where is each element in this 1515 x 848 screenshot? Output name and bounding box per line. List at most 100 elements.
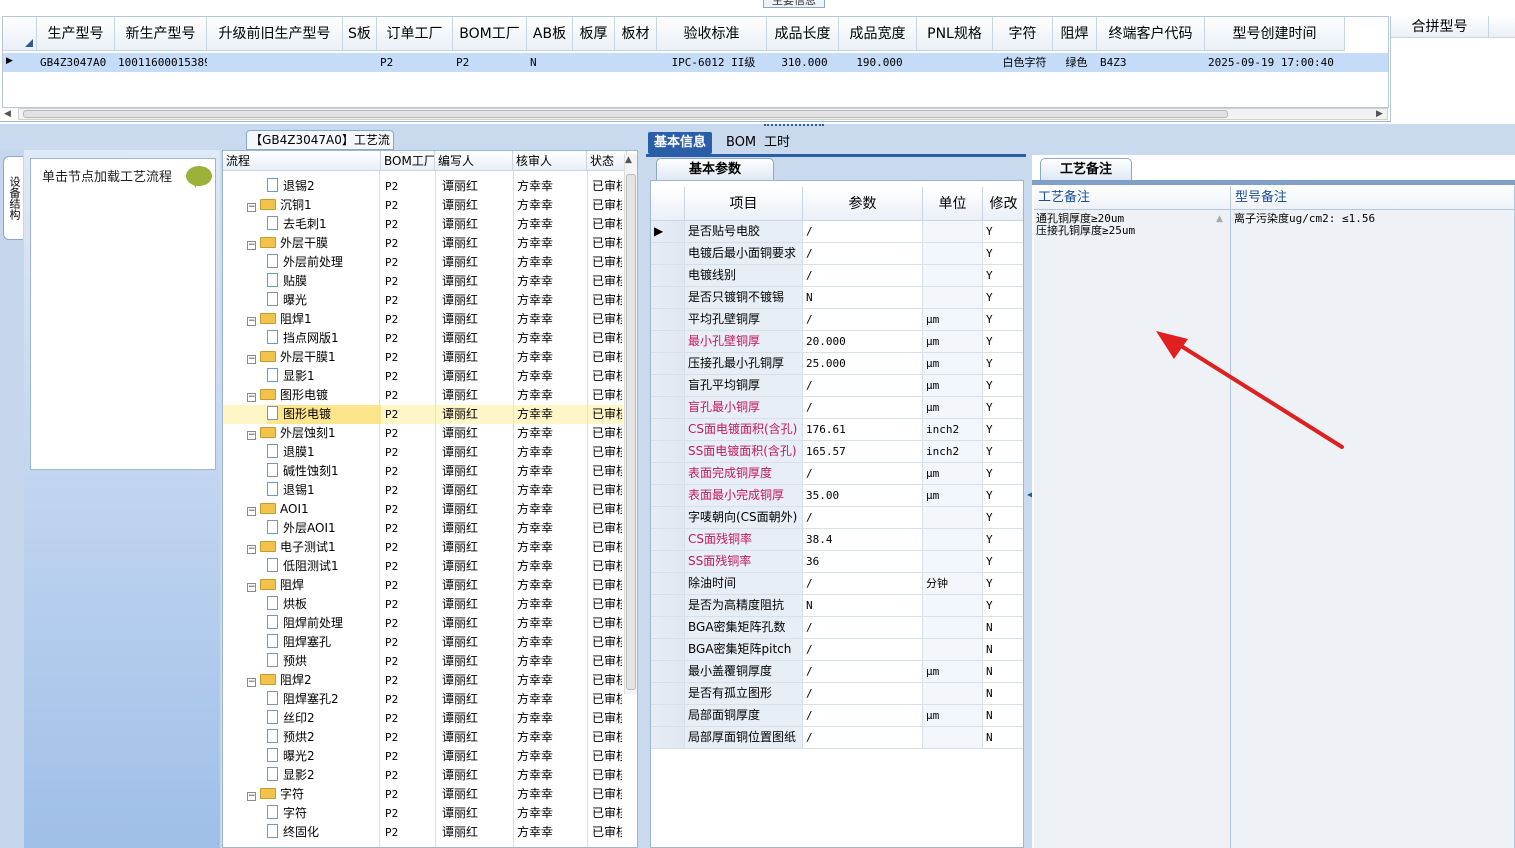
scroll-up-icon[interactable]: ▲ bbox=[625, 155, 632, 165]
param-row[interactable]: 局部厚面铜位置图纸 / N bbox=[651, 727, 1023, 749]
expand-toggle-icon[interactable]: − bbox=[247, 241, 256, 250]
param-row[interactable]: 电镀后最小面铜要求 / Y bbox=[651, 243, 1023, 265]
process-remarks-cell[interactable] bbox=[1034, 210, 1231, 848]
param-value[interactable]: N bbox=[803, 287, 923, 308]
scroll-left-icon[interactable]: ◀ bbox=[4, 109, 11, 119]
tree-row[interactable]: 预烘 P2 谭丽红 方幸幸 已审核 bbox=[223, 652, 623, 671]
param-value[interactable]: 36 bbox=[803, 551, 923, 572]
tree-column-header[interactable]: 流程 bbox=[223, 151, 381, 171]
process-tree[interactable]: 流程BOM工厂编写人核审人状态退锡2P2谭丽红方幸幸已审核−沉铜1P2谭丽红方幸… bbox=[222, 150, 638, 848]
row-header[interactable] bbox=[651, 485, 685, 506]
tree-node[interactable]: 预烘2 bbox=[267, 728, 381, 747]
param-value[interactable]: / bbox=[803, 727, 923, 748]
row-header[interactable] bbox=[651, 551, 685, 572]
row-header[interactable] bbox=[651, 353, 685, 374]
row-header[interactable] bbox=[651, 529, 685, 550]
tree-row[interactable]: 阻焊前处理 P2 谭丽红 方幸幸 已审核 bbox=[223, 614, 623, 633]
column-header[interactable]: 阻焊 bbox=[1053, 17, 1097, 51]
column-header[interactable]: 板厚 bbox=[573, 17, 615, 51]
param-row[interactable]: 盲孔平均铜厚 / μm Y bbox=[651, 375, 1023, 397]
param-row[interactable]: SS面残铜率 36 Y bbox=[651, 551, 1023, 573]
param-row[interactable]: 表面完成铜厚度 / μm Y bbox=[651, 463, 1023, 485]
tree-row[interactable]: 外层前处理 P2 谭丽红 方幸幸 已审核 bbox=[223, 253, 623, 272]
tree-row[interactable]: − AOI1 P2 谭丽红 方幸幸 已审核 bbox=[223, 500, 623, 519]
column-header[interactable]: 升级前旧生产型号 bbox=[207, 17, 343, 51]
column-header[interactable]: 型号创建时间 bbox=[1205, 17, 1345, 51]
expand-toggle-icon[interactable]: − bbox=[247, 678, 256, 687]
row-header[interactable] bbox=[651, 309, 685, 330]
param-row[interactable]: ▶ 是否贴号电胶 / Y bbox=[651, 221, 1023, 243]
tree-node[interactable]: 终固化 bbox=[267, 823, 381, 842]
param-column-header[interactable]: 单位 bbox=[923, 187, 983, 221]
param-row[interactable]: 电镀线别 / Y bbox=[651, 265, 1023, 287]
tree-column-header[interactable]: 核审人 bbox=[513, 151, 587, 171]
column-header[interactable]: 生产型号 bbox=[37, 17, 115, 51]
tree-node[interactable]: 阻焊塞孔2 bbox=[267, 690, 381, 709]
row-header[interactable] bbox=[651, 727, 685, 748]
column-header[interactable]: 订单工厂 bbox=[377, 17, 453, 51]
column-header[interactable]: PNL规格 bbox=[917, 17, 993, 51]
tree-row[interactable]: 显影1 P2 谭丽红 方幸幸 已审核 bbox=[223, 367, 623, 386]
tree-row[interactable]: − 沉铜1 P2 谭丽红 方幸幸 已审核 bbox=[223, 196, 623, 215]
row-header[interactable] bbox=[651, 661, 685, 682]
row-header[interactable]: ▶ bbox=[651, 221, 685, 242]
column-header[interactable]: 新生产型号 bbox=[115, 17, 207, 51]
expand-toggle-icon[interactable]: − bbox=[247, 317, 256, 326]
param-value[interactable]: N bbox=[803, 595, 923, 616]
tree-row[interactable]: 预烘2 P2 谭丽红 方幸幸 已审核 bbox=[223, 728, 623, 747]
column-header[interactable]: 板材 bbox=[615, 17, 657, 51]
scroll-up-icon[interactable]: ▲ bbox=[1216, 214, 1223, 224]
tree-node[interactable]: − 图形电镀 bbox=[247, 386, 381, 405]
tree-node[interactable]: 烘板 bbox=[267, 595, 381, 614]
tree-row[interactable]: 曝光2 P2 谭丽红 方幸幸 已审核 bbox=[223, 747, 623, 766]
param-row[interactable]: 压接孔最小孔铜厚 25.000 μm Y bbox=[651, 353, 1023, 375]
basic-params-grid[interactable]: 项目 参数 单位 修改 ▶ 是否贴号电胶 / Y 电镀后最小面铜要求 / Y 电镀线别 / Y 是否只镀铜不… bbox=[650, 180, 1024, 848]
tree-column-header[interactable]: 状态 bbox=[587, 151, 627, 171]
tree-node[interactable]: − 外层蚀刻1 bbox=[247, 424, 381, 443]
param-value[interactable]: 165.57 bbox=[803, 441, 923, 462]
param-row[interactable]: 最小孔壁铜厚 20.000 μm Y bbox=[651, 331, 1023, 353]
tree-node[interactable]: 贴膜 bbox=[267, 272, 381, 291]
param-value[interactable]: 20.000 bbox=[803, 331, 923, 352]
scrollbar-thumb[interactable] bbox=[23, 110, 1228, 118]
row-header[interactable] bbox=[651, 705, 685, 726]
tree-row[interactable]: 挡点网版1 P2 谭丽红 方幸幸 已审核 bbox=[223, 329, 623, 348]
expand-toggle-icon[interactable]: − bbox=[247, 355, 256, 364]
column-header[interactable]: S板 bbox=[343, 17, 377, 51]
tree-node[interactable]: − AOI1 bbox=[247, 500, 381, 519]
param-value[interactable]: / bbox=[803, 705, 923, 726]
tree-row[interactable]: − 阻焊 P2 谭丽红 方幸幸 已审核 bbox=[223, 576, 623, 595]
tree-row[interactable]: − 阻焊1 P2 谭丽红 方幸幸 已审核 bbox=[223, 310, 623, 329]
tree-row[interactable]: 贴膜 P2 谭丽红 方幸幸 已审核 bbox=[223, 272, 623, 291]
expand-toggle-icon[interactable]: − bbox=[247, 545, 256, 554]
tree-scrollbar-thumb[interactable] bbox=[626, 174, 636, 690]
row-header[interactable] bbox=[651, 441, 685, 462]
tree-row[interactable]: − 外层蚀刻1 P2 谭丽红 方幸幸 已审核 bbox=[223, 424, 623, 443]
expand-toggle-icon[interactable]: − bbox=[247, 583, 256, 592]
tree-row[interactable]: − 阻焊2 P2 谭丽红 方幸幸 已审核 bbox=[223, 671, 623, 690]
tree-row[interactable]: 外层AOI1 P2 谭丽红 方幸幸 已审核 bbox=[223, 519, 623, 538]
param-row[interactable]: 最小盖覆铜厚度 / μm N bbox=[651, 661, 1023, 683]
param-value[interactable]: / bbox=[803, 573, 923, 594]
tree-node[interactable]: 退锡2 bbox=[267, 177, 381, 196]
tree-row[interactable]: 曝光 P2 谭丽红 方幸幸 已审核 bbox=[223, 291, 623, 310]
param-value[interactable]: 35.00 bbox=[803, 485, 923, 506]
param-row[interactable]: SS面电镀面积(含孔) 165.57 inch2 Y bbox=[651, 441, 1023, 463]
tab-process-remarks[interactable]: 工艺备注 bbox=[1040, 158, 1132, 180]
tree-node[interactable]: 字符 bbox=[267, 804, 381, 823]
tree-row[interactable]: 阻焊塞孔 P2 谭丽红 方幸幸 已审核 bbox=[223, 633, 623, 652]
tree-node[interactable]: − 沉铜1 bbox=[247, 196, 381, 215]
param-value[interactable]: / bbox=[803, 243, 923, 264]
row-header[interactable] bbox=[651, 683, 685, 704]
tree-node[interactable]: 阻焊前处理 bbox=[267, 614, 381, 633]
tree-node[interactable]: − 阻焊 bbox=[247, 576, 381, 595]
row-header[interactable] bbox=[651, 595, 685, 616]
tree-node[interactable]: 退锡1 bbox=[267, 481, 381, 500]
param-value[interactable]: 38.4 bbox=[803, 529, 923, 550]
horizontal-scrollbar[interactable] bbox=[18, 108, 1388, 120]
tree-node[interactable]: 图形电镀 bbox=[267, 405, 381, 424]
row-header[interactable] bbox=[651, 265, 685, 286]
tree-row[interactable]: 去毛刺1 P2 谭丽红 方幸幸 已审核 bbox=[223, 215, 623, 234]
tree-row[interactable]: 烘板 P2 谭丽红 方幸幸 已审核 bbox=[223, 595, 623, 614]
param-row[interactable]: BGA密集矩阵pitch / N bbox=[651, 639, 1023, 661]
